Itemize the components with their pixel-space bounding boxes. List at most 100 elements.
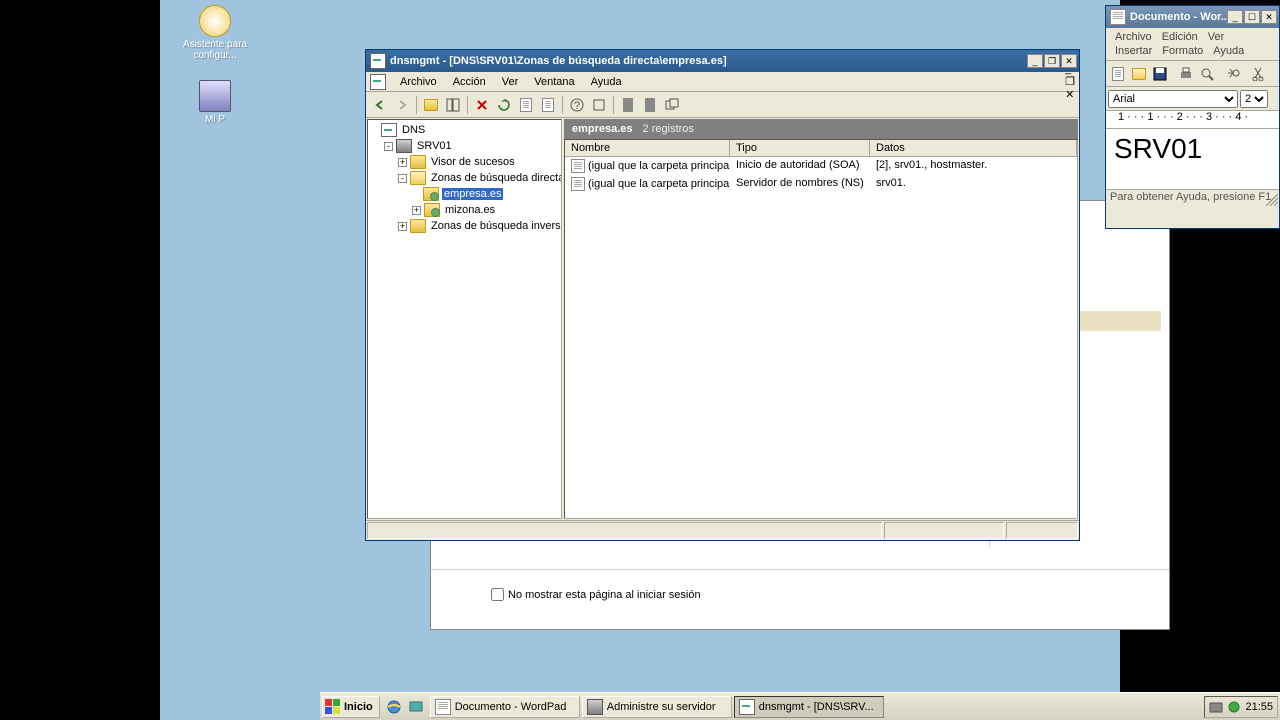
- menu-ver[interactable]: Ver: [1203, 30, 1230, 44]
- content-pane: empresa.es 2 registros Nombre Tipo Datos…: [564, 119, 1078, 519]
- menu-ayuda[interactable]: Ayuda: [1208, 44, 1249, 58]
- task-dnsmgmt[interactable]: dnsmgmt - [DNS\SRV...: [734, 696, 884, 718]
- collapse-icon[interactable]: -: [398, 174, 407, 183]
- tree-event-viewer[interactable]: + Visor de sucesos: [370, 154, 559, 170]
- print-button[interactable]: [1176, 64, 1196, 84]
- zone-icon: [423, 187, 439, 201]
- resize-grip-icon[interactable]: [1266, 194, 1278, 206]
- tree-zone-empresa[interactable]: empresa.es: [370, 186, 559, 202]
- close-button[interactable]: ✕: [1261, 10, 1277, 24]
- bottom-bar: No mostrar esta página al iniciar sesión: [431, 569, 1169, 629]
- col-nombre[interactable]: Nombre: [565, 140, 730, 156]
- font-toolbar: Arial 2: [1106, 87, 1279, 111]
- forward-button[interactable]: [392, 95, 412, 115]
- records-grid[interactable]: Nombre Tipo Datos (igual que la carpeta …: [564, 139, 1078, 519]
- wordpad-toolbar: [1106, 61, 1279, 87]
- checkbox-input[interactable]: [491, 588, 504, 601]
- tray-icon[interactable]: [1209, 700, 1223, 714]
- window-title: dnsmgmt - [DNS\SRV01\Zonas de búsqueda d…: [390, 55, 1027, 67]
- menu-formato[interactable]: Formato: [1157, 44, 1208, 58]
- col-datos[interactable]: Datos: [870, 140, 1077, 156]
- tree-zone-mizona[interactable]: + mizona.es: [370, 202, 559, 218]
- folder-icon: [410, 155, 426, 169]
- quick-launch: [384, 697, 426, 717]
- new-button[interactable]: [1108, 64, 1128, 84]
- desktop: Asistente para configur... Mi P inist gu…: [160, 0, 1120, 720]
- menu-accion[interactable]: Acción: [445, 74, 494, 90]
- tree-server[interactable]: - SRV01: [370, 138, 559, 154]
- new-window-button[interactable]: [589, 95, 609, 115]
- mdi-minimize-button[interactable]: _: [1065, 63, 1075, 75]
- mdi-restore-button[interactable]: ❐: [1065, 75, 1075, 88]
- menu-archivo[interactable]: Archivo: [1110, 30, 1157, 44]
- clock[interactable]: 21:55: [1245, 701, 1273, 713]
- minimize-button[interactable]: _: [1027, 54, 1043, 68]
- tree-reverse-zones[interactable]: + Zonas de búsqueda inversa: [370, 218, 559, 234]
- maximize-button[interactable]: ☐: [1244, 10, 1260, 24]
- system-tray[interactable]: 21:55: [1204, 696, 1278, 718]
- start-button[interactable]: Inicio: [322, 696, 380, 718]
- dns-icon: [381, 123, 397, 137]
- tool-button[interactable]: [640, 95, 660, 115]
- menu-insertar[interactable]: Insertar: [1110, 44, 1157, 58]
- cut-button[interactable]: [1249, 64, 1269, 84]
- col-tipo[interactable]: Tipo: [730, 140, 870, 156]
- ie-button[interactable]: [384, 697, 404, 717]
- tree-forward-zones[interactable]: - Zonas de búsqueda directa: [370, 170, 559, 186]
- export-button[interactable]: [516, 95, 536, 115]
- dns-icon: [739, 699, 755, 715]
- menu-archivo[interactable]: Archivo: [392, 74, 445, 90]
- find-button[interactable]: [1223, 64, 1243, 84]
- collapse-icon[interactable]: -: [384, 142, 393, 151]
- menu-edicion[interactable]: Edición: [1157, 30, 1203, 44]
- folder-icon: [410, 219, 426, 233]
- dont-show-checkbox[interactable]: No mostrar esta página al iniciar sesión: [491, 588, 1109, 601]
- zone-icon: [424, 203, 440, 217]
- menu-ver[interactable]: Ver: [494, 74, 527, 90]
- mdi-close-button[interactable]: ✕: [1065, 88, 1075, 101]
- back-button[interactable]: [370, 95, 390, 115]
- menu-ayuda[interactable]: Ayuda: [583, 74, 630, 90]
- open-button[interactable]: [1129, 64, 1149, 84]
- desktop-icon-wizard[interactable]: Asistente para configur...: [180, 5, 250, 61]
- save-button[interactable]: [1150, 64, 1170, 84]
- expand-icon[interactable]: +: [398, 222, 407, 231]
- grid-headers[interactable]: Nombre Tipo Datos: [565, 140, 1077, 157]
- server-icon: [587, 699, 603, 715]
- content-header: empresa.es 2 registros: [564, 119, 1078, 139]
- tray-icon[interactable]: [1227, 700, 1241, 714]
- refresh-button[interactable]: [494, 95, 514, 115]
- wordpad-titlebar[interactable]: Documento - Wor... _ ☐ ✕: [1106, 6, 1279, 28]
- desktop-button[interactable]: [406, 697, 426, 717]
- delete-button[interactable]: [472, 95, 492, 115]
- up-button[interactable]: [421, 95, 441, 115]
- wizard-icon: [199, 5, 231, 37]
- restore-button[interactable]: ❐: [1044, 54, 1060, 68]
- ruler[interactable]: 1 · · · 1 · · · 2 · · · 3 · · · 4 ·: [1106, 111, 1279, 129]
- record-row[interactable]: (igual que la carpeta principal) Inicio …: [565, 157, 1077, 175]
- record-row[interactable]: (igual que la carpeta principal) Servido…: [565, 175, 1077, 193]
- tool-button[interactable]: [662, 95, 682, 115]
- show-hide-button[interactable]: [443, 95, 463, 115]
- help-button[interactable]: ?: [567, 95, 587, 115]
- wordpad-icon: [435, 699, 451, 715]
- preview-button[interactable]: [1197, 64, 1217, 84]
- record-icon: [571, 159, 585, 173]
- task-wordpad[interactable]: Documento - WordPad: [430, 696, 580, 718]
- document-area[interactable]: SRV01: [1106, 129, 1279, 189]
- minimize-button[interactable]: _: [1227, 10, 1243, 24]
- app-icon: [370, 53, 386, 69]
- expand-icon[interactable]: +: [398, 158, 407, 167]
- titlebar[interactable]: dnsmgmt - [DNS\SRV01\Zonas de búsqueda d…: [366, 50, 1079, 72]
- tool-button[interactable]: [618, 95, 638, 115]
- menu-icon: [370, 74, 386, 90]
- tree-pane[interactable]: DNS - SRV01 + Visor de sucesos - Zonas d…: [367, 119, 562, 519]
- font-family-select[interactable]: Arial: [1108, 90, 1238, 108]
- menu-ventana[interactable]: Ventana: [526, 74, 582, 90]
- task-manage-server[interactable]: Administre su servidor: [582, 696, 732, 718]
- desktop-icon-mypc[interactable]: Mi P: [180, 80, 250, 125]
- tree-root-dns[interactable]: DNS: [370, 122, 559, 138]
- properties-button[interactable]: [538, 95, 558, 115]
- expand-icon[interactable]: +: [412, 206, 421, 215]
- font-size-select[interactable]: 2: [1240, 90, 1268, 108]
